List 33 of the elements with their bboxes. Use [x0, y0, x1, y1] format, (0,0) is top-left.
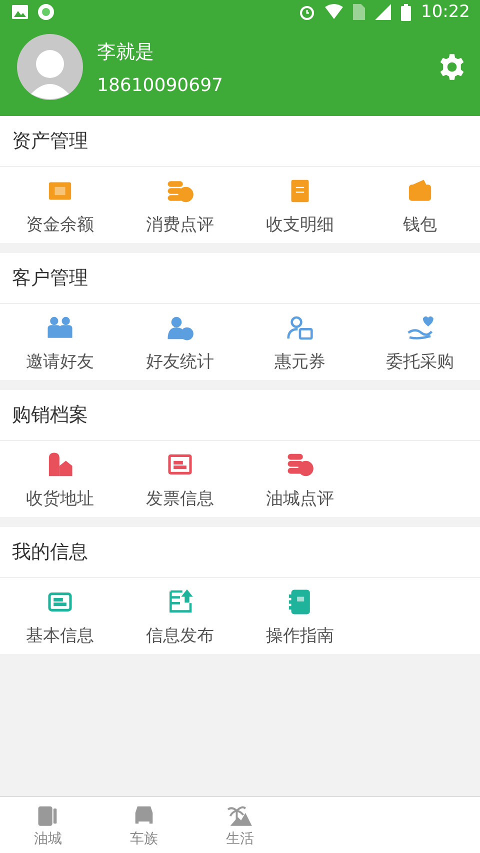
circle-icon [38, 4, 54, 20]
avatar[interactable] [17, 34, 83, 100]
alarm-icon [299, 4, 315, 20]
menu-item[interactable]: 资金余额 [0, 177, 120, 236]
section-title: 资产管理 [0, 116, 480, 167]
menu-item[interactable]: 收货地址 [0, 451, 120, 510]
section-title: 购销档案 [0, 390, 480, 441]
tab[interactable]: 生活 [192, 797, 288, 853]
wifi-icon [325, 4, 343, 20]
clock-time: 10:22 [421, 2, 470, 22]
battery-icon [401, 4, 411, 20]
section-title: 我的信息 [0, 527, 480, 578]
user-name: 李就是 [97, 40, 155, 64]
menu-item[interactable]: 基本信息 [0, 588, 120, 647]
menu-item[interactable]: 消费点评 [120, 177, 240, 236]
settings-icon[interactable] [438, 53, 466, 81]
menu-item[interactable]: 收支明细 [240, 177, 360, 236]
section-title: 客户管理 [0, 253, 480, 304]
image-icon [12, 5, 28, 19]
tab[interactable]: 油城 [0, 797, 96, 853]
signal-icon [375, 4, 391, 20]
menu-item[interactable]: 惠元券 [240, 314, 360, 373]
no-sim-icon [353, 4, 365, 20]
menu-item[interactable]: 钱包 [360, 177, 480, 236]
menu-item[interactable]: 邀请好友 [0, 314, 120, 373]
menu-item[interactable]: 油城点评 [240, 451, 360, 510]
menu-item[interactable]: 委托采购 [360, 314, 480, 373]
phone-number: 18610090697 [97, 74, 224, 96]
menu-item[interactable]: 发票信息 [120, 451, 240, 510]
tab[interactable]: 车族 [96, 797, 192, 853]
menu-item[interactable]: 信息发布 [120, 588, 240, 647]
menu-item[interactable]: 操作指南 [240, 588, 360, 647]
menu-item[interactable]: 好友统计 [120, 314, 240, 373]
